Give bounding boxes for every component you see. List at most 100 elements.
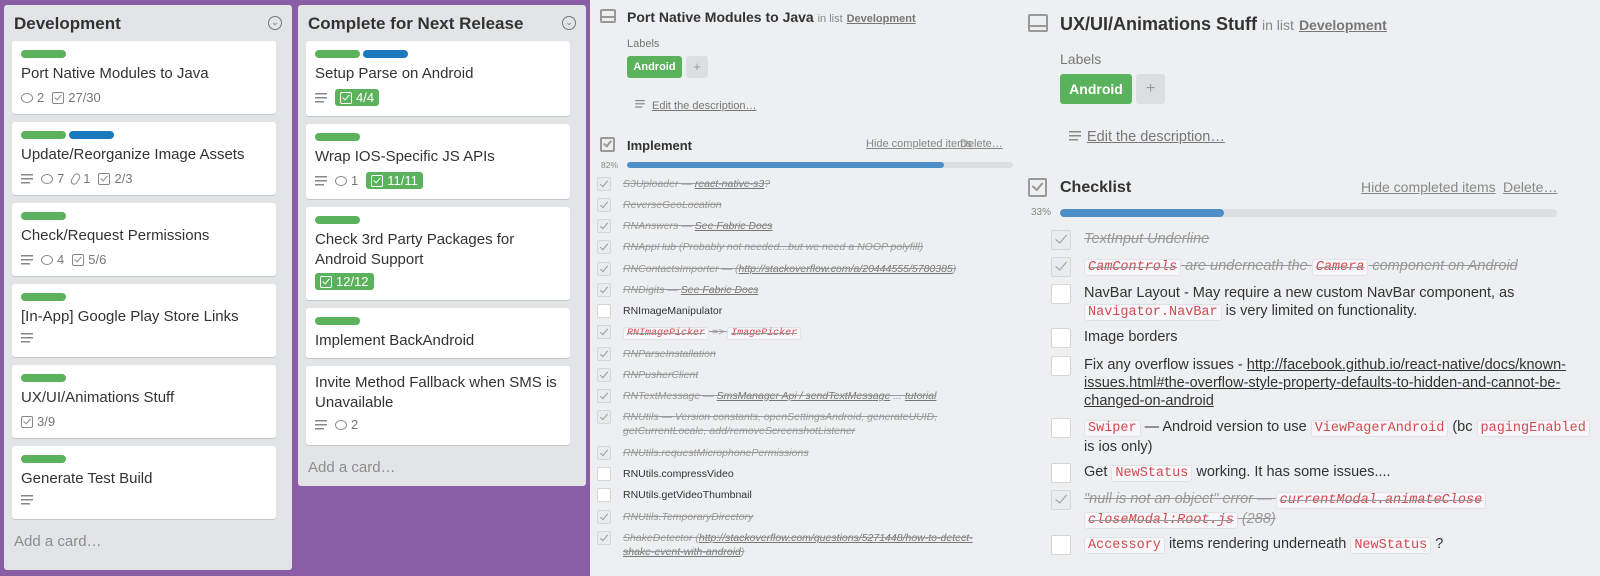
- card-implement-backandroid[interactable]: Implement BackAndroid: [306, 308, 570, 358]
- checklist-item-text[interactable]: RNImagePicker => ImagePicker: [623, 325, 802, 341]
- checkbox[interactable]: [1051, 284, 1071, 304]
- implement-checklist-item[interactable]: RNUtils.requestMicrophonePermissions: [597, 446, 989, 460]
- implement-checklist-item[interactable]: RNAnswers — See Fabric Docs: [597, 219, 989, 233]
- item-link[interactable]: react-native-s3: [695, 178, 764, 190]
- checkbox[interactable]: [1051, 257, 1071, 277]
- ux-checklist-item[interactable]: "null is not an object" error — currentM…: [1051, 490, 1591, 530]
- item-link[interactable]: SmsManager Api / sendTextMessage: [717, 390, 891, 402]
- implement-checklist-item[interactable]: RNUtils — Version constants, openSetting…: [597, 410, 989, 438]
- checklist-title[interactable]: Implement: [627, 138, 692, 153]
- ux-checklist-item[interactable]: Accessory items rendering underneath New…: [1051, 535, 1591, 555]
- add-label-button[interactable]: +: [1136, 74, 1165, 104]
- checklist-item-text[interactable]: RNUtils.getVideoThumbnail: [623, 488, 752, 502]
- checkbox[interactable]: [597, 467, 611, 481]
- label-android[interactable]: Android: [627, 56, 682, 78]
- checklist-item-text[interactable]: RNUtils.TemporaryDirectory: [623, 510, 753, 524]
- implement-checklist-item[interactable]: RNPusherClient: [597, 368, 989, 382]
- ux-checklist-item[interactable]: Fix any overflow issues - http://faceboo…: [1051, 356, 1591, 410]
- card-ux-ui-animations[interactable]: UX/UI/Animations Stuff 3/9: [12, 365, 276, 438]
- implement-checklist-item[interactable]: ShakeDetector (http://stackoverflow.com/…: [597, 531, 989, 559]
- checklist-item-text[interactable]: Get NewStatus working. It has some issue…: [1084, 463, 1391, 483]
- card-check-permissions[interactable]: Check/Request Permissions 4 5/6: [12, 203, 276, 276]
- checkbox[interactable]: [1051, 328, 1071, 348]
- ux-checklist-item[interactable]: Get NewStatus working. It has some issue…: [1051, 463, 1591, 483]
- card-port-native-modules[interactable]: Port Native Modules to Java 2 27/30: [12, 41, 276, 114]
- checklist-item-text[interactable]: Image borders: [1084, 328, 1178, 346]
- checkbox[interactable]: [597, 446, 611, 460]
- edit-description-link[interactable]: Edit the description…: [1069, 129, 1225, 145]
- checklist-item-text[interactable]: TextInput Underline: [1084, 230, 1209, 248]
- checkbox[interactable]: [1051, 535, 1071, 555]
- checklist-item-text[interactable]: Swiper — Android version to use ViewPage…: [1084, 418, 1591, 456]
- card-check-3rd-party[interactable]: Check 3rd Party Packages for Android Sup…: [306, 207, 570, 300]
- checklist-item-text[interactable]: CamControls are underneath the Camera co…: [1084, 257, 1518, 277]
- checkbox[interactable]: [597, 510, 611, 524]
- implement-checklist-item[interactable]: RNImagePicker => ImagePicker: [597, 325, 989, 341]
- implement-checklist-item[interactable]: RNContactsImporter — (http://stackoverfl…: [597, 262, 989, 276]
- checklist-item-text[interactable]: RNUtils.compressVideo: [623, 467, 734, 481]
- checkbox[interactable]: [597, 531, 611, 545]
- ux-checklist-item[interactable]: CamControls are underneath the Camera co…: [1051, 257, 1591, 277]
- checklist-item-text[interactable]: RNAnswers — See Fabric Docs: [623, 219, 772, 233]
- delete-checklist-button[interactable]: Delete…: [960, 138, 1003, 150]
- implement-checklist-item[interactable]: RNDigits — See Fabric Docs: [597, 283, 989, 297]
- add-label-button[interactable]: +: [686, 56, 708, 78]
- implement-checklist-item[interactable]: RNUtils.TemporaryDirectory: [597, 510, 989, 524]
- checkbox[interactable]: [1051, 356, 1071, 376]
- list-link[interactable]: Development: [1299, 17, 1387, 33]
- checkbox[interactable]: [597, 389, 611, 403]
- checklist-item-text[interactable]: RNUtils.requestMicrophonePermissions: [623, 446, 809, 460]
- item-link[interactable]: See Fabric Docs: [695, 220, 773, 232]
- implement-checklist-item[interactable]: RNAppHub (Probably not needed...but we n…: [597, 240, 989, 254]
- label-android[interactable]: Android: [1060, 74, 1132, 104]
- checklist-item-text[interactable]: ReverseGeoLocation: [623, 198, 722, 212]
- checklist-item-text[interactable]: RNPusherClient: [623, 368, 698, 382]
- checkbox[interactable]: [597, 240, 611, 254]
- checkbox[interactable]: [597, 177, 611, 191]
- implement-checklist-item[interactable]: S3Uploader — react-native-s3?: [597, 177, 989, 191]
- ux-checklist-item[interactable]: NavBar Layout - May require a new custom…: [1051, 284, 1591, 322]
- checklist-item-text[interactable]: RNUtils — Version constants, openSetting…: [623, 410, 989, 438]
- ux-checklist-item[interactable]: Image borders: [1051, 328, 1591, 348]
- chevron-down-icon[interactable]: ⌄: [562, 16, 576, 30]
- add-card-button[interactable]: Add a card…: [308, 459, 396, 476]
- checkbox[interactable]: [1051, 418, 1071, 438]
- implement-checklist-item[interactable]: ReverseGeoLocation: [597, 198, 989, 212]
- hide-completed-button[interactable]: Hide completed items: [1361, 179, 1496, 195]
- implement-checklist-item[interactable]: RNImageManipulator: [597, 304, 989, 318]
- checklist-title[interactable]: Checklist: [1060, 179, 1131, 197]
- checklist-item-text[interactable]: RNTextMessage — SmsManager Api / sendTex…: [623, 389, 936, 403]
- delete-checklist-button[interactable]: Delete…: [1503, 179, 1557, 195]
- card-invite-method-fallback[interactable]: Invite Method Fallback when SMS is Unava…: [306, 366, 570, 445]
- chevron-down-icon[interactable]: ⌄: [268, 16, 282, 30]
- checkbox[interactable]: [597, 368, 611, 382]
- checkbox[interactable]: [597, 304, 611, 318]
- checklist-item-text[interactable]: Accessory items rendering underneath New…: [1084, 535, 1443, 555]
- card-generate-test-build[interactable]: Generate Test Build: [12, 446, 276, 519]
- checkbox[interactable]: [597, 262, 611, 276]
- card-update-image-assets[interactable]: Update/Reorganize Image Assets 7 1 2/3: [12, 122, 276, 195]
- list-link[interactable]: Development: [847, 13, 916, 25]
- checklist-item-text[interactable]: RNAppHub (Probably not needed...but we n…: [623, 240, 923, 254]
- item-link[interactable]: tutorial: [905, 390, 937, 402]
- checklist-item-text[interactable]: RNContactsImporter — (http://stackoverfl…: [623, 262, 956, 276]
- checklist-item-text[interactable]: "null is not an object" error — currentM…: [1084, 490, 1591, 530]
- add-card-button[interactable]: Add a card…: [14, 533, 102, 550]
- checkbox[interactable]: [597, 283, 611, 297]
- ux-checklist-item[interactable]: Swiper — Android version to use ViewPage…: [1051, 418, 1591, 456]
- checkbox[interactable]: [597, 410, 611, 424]
- checkbox[interactable]: [597, 219, 611, 233]
- implement-checklist-item[interactable]: RNUtils.getVideoThumbnail: [597, 488, 989, 502]
- implement-checklist-item[interactable]: RNTextMessage — SmsManager Api / sendTex…: [597, 389, 989, 403]
- hide-completed-button[interactable]: Hide completed items: [866, 138, 972, 150]
- card-play-store-links[interactable]: [In-App] Google Play Store Links: [12, 284, 276, 357]
- implement-checklist-item[interactable]: RNParseInstallation: [597, 347, 989, 361]
- checkbox[interactable]: [1051, 463, 1071, 483]
- card-wrap-ios-apis[interactable]: Wrap IOS-Specific JS APIs 1 11/11: [306, 124, 570, 199]
- implement-checklist-item[interactable]: RNUtils.compressVideo: [597, 467, 989, 481]
- ux-checklist-item[interactable]: TextInput Underline: [1051, 230, 1591, 250]
- checklist-item-text[interactable]: Fix any overflow issues - http://faceboo…: [1084, 356, 1591, 410]
- item-link[interactable]: http://stackoverflow.com/a/20444555/5780…: [739, 263, 953, 275]
- checklist-item-text[interactable]: NavBar Layout - May require a new custom…: [1084, 284, 1591, 322]
- checkbox[interactable]: [597, 488, 611, 502]
